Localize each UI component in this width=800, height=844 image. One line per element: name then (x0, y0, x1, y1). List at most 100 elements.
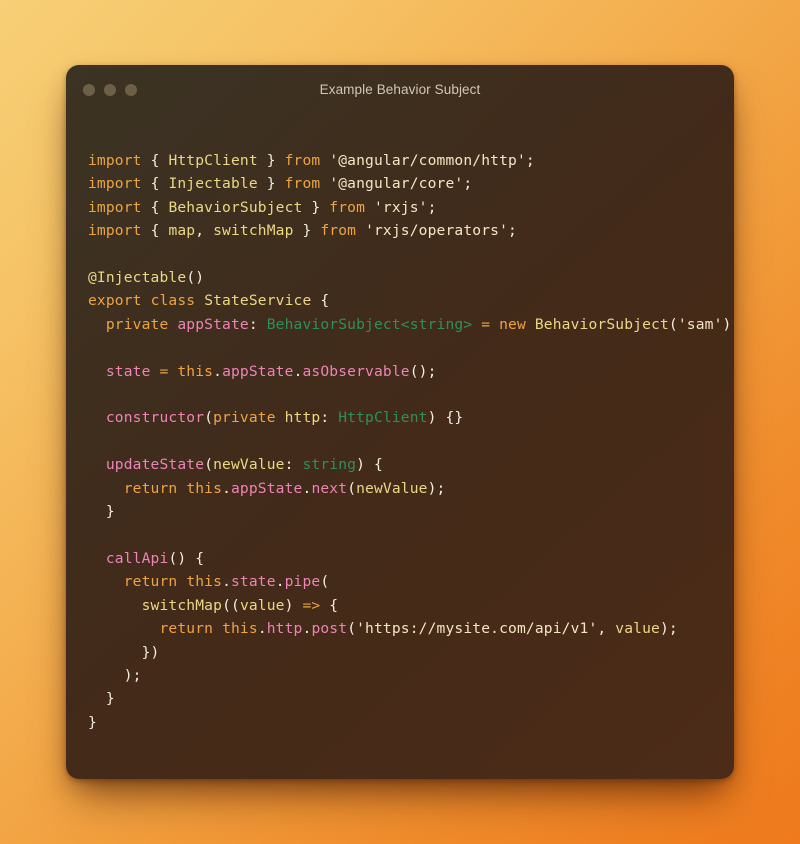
code-token: ; (525, 152, 535, 169)
code-token: . (213, 362, 223, 380)
code-token: callApi (105, 549, 169, 567)
code-token: 'rxjs/operators' (365, 222, 509, 240)
code-block: import { HttpClient } from '@angular/com… (88, 149, 734, 734)
code-token: ( (204, 456, 214, 474)
code-token: . (275, 573, 285, 591)
code-token: : (284, 456, 303, 474)
code-token: = (481, 315, 491, 333)
code-token: from (329, 198, 366, 216)
window-title: Example Behavior Subject (319, 82, 481, 97)
code-token: { (150, 175, 160, 193)
code-token: ; (427, 198, 437, 216)
code-line: import { BehaviorSubject } from 'rxjs'; (88, 196, 734, 219)
code-token: } (266, 152, 276, 169)
code-line: constructor(private http: HttpClient) {} (88, 406, 734, 429)
code-token: '@angular/core' (329, 175, 464, 193)
code-token: newValue (356, 479, 428, 497)
code-token: ( (668, 315, 678, 333)
code-token: switchMap (213, 222, 294, 240)
code-token: { (150, 152, 160, 169)
code-token: : (248, 315, 267, 333)
code-token: post (311, 620, 348, 638)
code-token: ); (88, 666, 142, 684)
code-token: () (186, 269, 205, 287)
code-token: appState (177, 315, 249, 333)
code-token: this (186, 573, 223, 591)
code-line: } (88, 687, 734, 710)
code-line: private appState: BehaviorSubject<string… (88, 313, 734, 336)
code-token: BehaviorSubject (168, 198, 303, 216)
code-token: ); (659, 620, 678, 638)
code-token: import (88, 152, 142, 169)
code-token: . (222, 479, 231, 497)
code-token: next (311, 479, 348, 497)
code-token: appState (222, 362, 294, 380)
code-token: state (231, 573, 276, 591)
code-token: updateState (105, 456, 205, 474)
code-snippet-window: Example Behavior Subject import { HttpCl… (66, 65, 734, 779)
code-token: } (88, 713, 97, 731)
code-token: http (284, 409, 321, 427)
code-line: updateState(newValue: string) { (88, 453, 734, 476)
code-token: appState (231, 479, 303, 497)
code-token: import (88, 175, 142, 193)
code-token: @Injectable (88, 269, 187, 287)
code-line: } (88, 500, 734, 523)
code-token: from (320, 222, 357, 240)
code-token: ( (204, 409, 214, 427)
code-token: ); (427, 479, 446, 497)
window-titlebar: Example Behavior Subject (66, 65, 734, 117)
code-token: '@angular/common/http' (329, 152, 526, 169)
code-token: state (105, 362, 151, 380)
desktop-background: Example Behavior Subject import { HttpCl… (0, 0, 800, 844)
code-token: export (88, 292, 142, 310)
code-token: BehaviorSubject<string> (266, 315, 473, 333)
code-line: return this.appState.next(newValue); (88, 477, 734, 500)
code-token: private (213, 409, 276, 427)
code-token: HttpClient (338, 409, 428, 427)
code-token: . (293, 362, 303, 380)
code-token: constructor (105, 409, 205, 427)
code-token: . (222, 573, 231, 591)
code-line: ); (88, 664, 734, 687)
code-token: http (266, 620, 303, 638)
code-token: (); (409, 362, 437, 380)
code-line: import { map, switchMap } from 'rxjs/ope… (88, 219, 734, 242)
code-line: @Injectable() (88, 266, 734, 289)
code-token: }) (88, 643, 160, 661)
code-line: import { Injectable } from '@angular/cor… (88, 172, 734, 195)
code-line: }) (88, 641, 734, 664)
code-line: state = this.appState.asObservable(); (88, 360, 734, 383)
code-token: private (105, 315, 169, 333)
code-token: ( (347, 620, 357, 638)
code-token: 'sam' (677, 315, 723, 333)
code-token: => (302, 596, 321, 614)
code-token: ); (722, 315, 734, 333)
code-token: class (150, 292, 196, 310)
code-token: ( (347, 479, 357, 497)
code-token: pipe (284, 573, 321, 591)
code-token: . (257, 620, 267, 638)
code-token: this (186, 479, 223, 497)
code-token: () { (168, 549, 205, 567)
